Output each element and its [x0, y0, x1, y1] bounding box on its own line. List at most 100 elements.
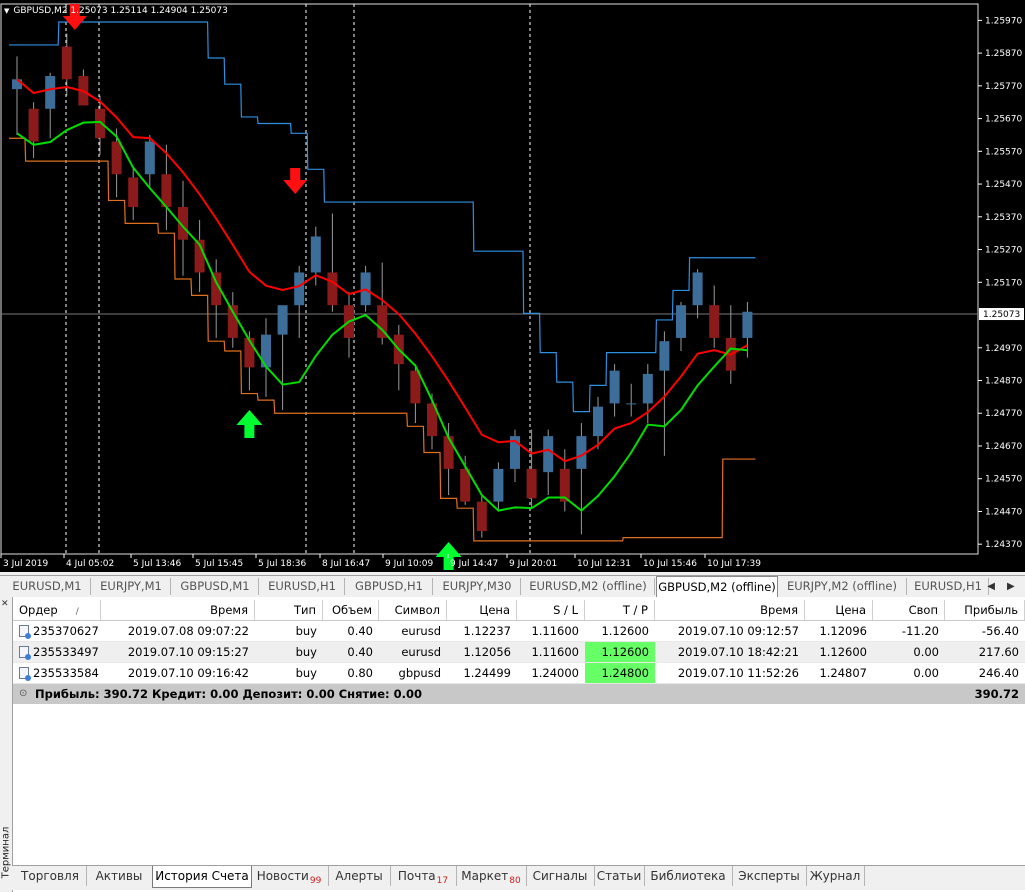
column-header[interactable]: S / L: [517, 600, 585, 620]
chevron-left-icon[interactable]: ◀: [987, 581, 995, 592]
cell-value: -11.20: [901, 624, 939, 638]
cell-volume: 0.40: [323, 642, 379, 662]
cell-tp: 1.12600: [585, 621, 655, 641]
price-label: 1.25370: [985, 213, 1022, 223]
candle-body: [12, 79, 22, 90]
cell-value: 235370627: [33, 624, 99, 638]
column-header[interactable]: Цена: [805, 600, 873, 620]
table-row[interactable]: 235533497 2019.07.10 09:15:27 buy 0.40 eurus…: [13, 642, 1025, 663]
terminal-tab-label: Журнал: [809, 869, 861, 883]
time-label: 8 Jul 16:47: [322, 559, 370, 569]
chart-tab[interactable]: EURUSD,H1: [908, 578, 989, 595]
terminal-tab[interactable]: Алерты: [328, 866, 391, 886]
time-label: 5 Jul 18:36: [258, 559, 307, 569]
order-document-icon: [19, 625, 31, 639]
terminal-tab[interactable]: Почта17: [390, 866, 457, 886]
candle-body: [327, 272, 338, 306]
candle-body: [626, 403, 637, 405]
cell-sl: 1.11600: [517, 642, 585, 662]
terminal-tab-label: Алерты: [335, 869, 383, 883]
terminal-tab[interactable]: Активы: [86, 866, 153, 886]
column-header[interactable]: Символ: [379, 600, 447, 620]
terminal-tab-label: История Счета: [155, 869, 249, 883]
chart-tab[interactable]: GBPUSD,M1: [172, 578, 259, 595]
tab-scroll-arrows[interactable]: ◀ ▶: [981, 578, 1021, 595]
candle-body: [95, 108, 105, 139]
column-header-label: Тип: [293, 603, 316, 617]
candle-body: [526, 468, 537, 499]
column-header[interactable]: Время: [101, 600, 255, 620]
chart-tab[interactable]: EURUSD,M2 (offline): [522, 578, 655, 595]
chart-tab[interactable]: EURJPY,M1: [92, 578, 171, 595]
terminal-tab[interactable]: Библиотека: [644, 866, 733, 886]
cell-symbol: eurusd: [379, 621, 447, 641]
terminal-tab[interactable]: Журнал: [806, 866, 865, 886]
chevron-right-icon[interactable]: ▶: [1007, 581, 1015, 592]
column-header[interactable]: T / P: [585, 600, 655, 620]
table-row[interactable]: 235370627 2019.07.08 09:07:22 buy 0.40 eurus…: [13, 621, 1025, 642]
cell-swap: 0.00: [873, 663, 945, 683]
price-label: 1.25170: [985, 278, 1022, 288]
chart-menu-icon[interactable]: ▼: [4, 7, 9, 15]
candle-body: [659, 341, 670, 371]
chart-tab[interactable]: GBPUSD,H1: [346, 578, 433, 595]
chart-tab[interactable]: EURUSD,M1: [4, 578, 91, 595]
cell-value: 1.12600: [819, 645, 867, 659]
terminal-tab[interactable]: Статьи: [594, 866, 645, 886]
candle-body: [144, 141, 155, 175]
candle-body: [244, 337, 255, 368]
cell-value: 0.40: [347, 624, 373, 638]
terminal-tab[interactable]: Сигналы: [526, 866, 595, 886]
candle-body: [476, 501, 487, 532]
cell-value: buy: [295, 645, 317, 659]
cell-close_price: 1.24807: [805, 663, 873, 683]
column-header[interactable]: Прибыль: [945, 600, 1025, 620]
time-label: 5 Jul 15:45: [195, 559, 243, 569]
column-header[interactable]: Время: [655, 600, 805, 620]
terminal-tab-label: Сигналы: [532, 869, 588, 883]
terminal-tab[interactable]: История Счета: [152, 866, 252, 888]
price-label: 1.25670: [985, 115, 1022, 125]
close-icon[interactable]: ✕: [1, 600, 9, 609]
table-row[interactable]: 235533584 2019.07.10 09:16:42 buy 0.80 gbpus…: [13, 663, 1025, 684]
price-label: 1.24670: [985, 442, 1022, 452]
candle-body: [593, 406, 603, 437]
price-label: 1.25570: [985, 147, 1022, 157]
column-header[interactable]: Цена: [447, 600, 517, 620]
summary-collapse-icon[interactable]: ⊙: [19, 684, 27, 704]
time-label: 4 Jul 05:02: [66, 559, 114, 569]
candle-body: [493, 468, 504, 502]
chart-tab[interactable]: EURUSD,H1: [260, 578, 345, 595]
cell-value: 2019.07.10 09:12:57: [677, 624, 799, 638]
column-header[interactable]: Ордер /: [13, 600, 101, 620]
column-header[interactable]: Своп: [873, 600, 945, 620]
cell-value: 2019.07.10 18:42:21: [677, 645, 799, 659]
chart-tab[interactable]: GBPUSD,M2 (offline): [656, 576, 778, 597]
time-label: 10 Jul 15:46: [643, 559, 697, 569]
cell-sl: 1.24000: [517, 663, 585, 683]
price-label: 1.25470: [985, 180, 1022, 190]
column-header-label: Символ: [394, 603, 440, 617]
column-header[interactable]: Тип: [255, 600, 323, 620]
chart-tab[interactable]: EURJPY,M30: [434, 578, 521, 595]
terminal-tab[interactable]: Торговля: [14, 866, 87, 886]
chart-tab[interactable]: EURJPY,M2 (offline): [778, 578, 907, 595]
count-badge: 80: [509, 876, 521, 886]
cell-value: 1.24807: [819, 666, 867, 680]
cell-profit: 246.40: [945, 663, 1025, 683]
column-header-label: Прибыль: [964, 603, 1018, 617]
candle-body: [61, 46, 72, 80]
candle-body: [294, 272, 305, 306]
cell-value: 1.24800: [601, 666, 649, 680]
terminal-tab[interactable]: Эксперты: [732, 866, 807, 886]
column-header-label: Объем: [331, 603, 372, 617]
terminal-tab-label: Торговля: [21, 869, 79, 883]
candle-body: [642, 373, 653, 404]
column-header[interactable]: Объем: [323, 600, 379, 620]
terminal-tab[interactable]: Новости99: [250, 866, 329, 886]
cell-time: 2019.07.10 09:16:42: [101, 663, 255, 683]
candlestick-chart-canvas[interactable]: 1.25970 1.25870 1.25770 1.25670 1.25570 1.254…: [0, 0, 1025, 572]
price-label: 1.24370: [985, 540, 1022, 550]
terminal-tab[interactable]: Маркет80: [456, 866, 527, 886]
price-chart[interactable]: 1.25970 1.25870 1.25770 1.25670 1.25570 1.254…: [0, 0, 1025, 572]
